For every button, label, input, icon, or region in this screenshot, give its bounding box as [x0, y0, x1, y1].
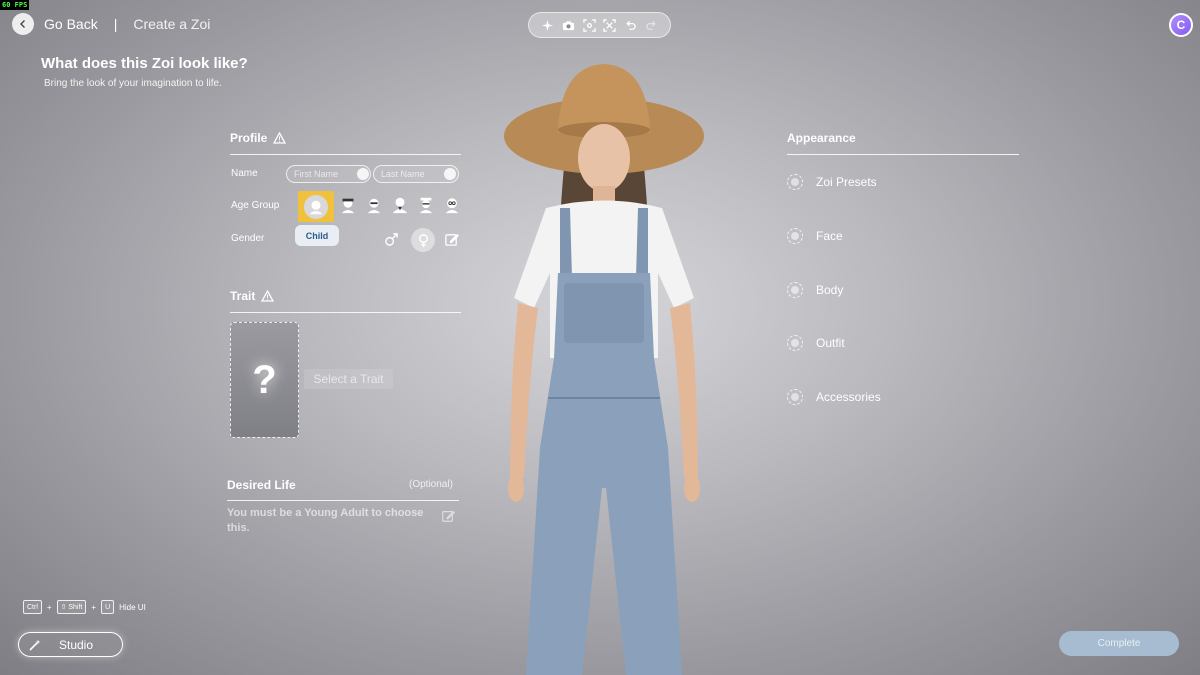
question-mark-icon: ?: [252, 357, 277, 402]
senior-icon: [445, 198, 459, 214]
u-key: U: [101, 600, 115, 614]
desired-life-divider: [227, 500, 459, 501]
dot-icon: [787, 174, 803, 190]
fps-counter: 60 FPS: [0, 0, 30, 10]
appearance-item-zoi-presets[interactable]: Zoi Presets: [787, 174, 877, 190]
back-button[interactable]: [12, 13, 34, 35]
appearance-item-accessories[interactable]: Accessories: [787, 389, 881, 405]
desired-life-title: Desired Life: [227, 478, 296, 492]
complete-button[interactable]: Complete: [1059, 631, 1179, 656]
dot-icon: [787, 228, 803, 244]
profile-title: Profile: [230, 131, 268, 145]
select-trait-button[interactable]: Select a Trait: [304, 369, 393, 389]
breadcrumb-separator: |: [113, 16, 118, 32]
appearance-item-body[interactable]: Body: [787, 282, 843, 298]
optional-label: (Optional): [409, 479, 453, 490]
studio-button[interactable]: Studio: [18, 632, 123, 657]
age-adult-button[interactable]: [391, 195, 409, 215]
undo-icon[interactable]: [623, 17, 639, 33]
breadcrumb-current: Create a Zoi: [133, 16, 211, 32]
plus-sign: +: [46, 602, 52, 612]
shift-key: ⇧ Shift: [56, 600, 87, 614]
trait-divider: [230, 312, 461, 313]
appearance-item-label: Zoi Presets: [816, 175, 877, 189]
appearance-item-face[interactable]: Face: [787, 228, 843, 244]
elder-icon: [419, 197, 433, 214]
plus-sign: +: [91, 602, 97, 612]
adult-icon: [392, 197, 408, 214]
zoi-character-preview[interactable]: [498, 58, 710, 675]
name-label: Name: [231, 168, 258, 179]
sparkle-icon[interactable]: [540, 17, 556, 33]
profile-divider: [230, 154, 461, 155]
page-title: What does this Zoi look like?: [41, 55, 248, 72]
warning-icon: [261, 290, 275, 302]
female-icon: [418, 233, 428, 247]
age-senior-button[interactable]: [443, 195, 461, 215]
profile-section-title: Profile: [230, 131, 287, 145]
randomize-last-name-icon[interactable]: [444, 168, 456, 180]
dot-icon: [787, 335, 803, 351]
young-adult-icon: [367, 198, 381, 214]
back-label[interactable]: Go Back: [44, 16, 98, 32]
appearance-item-outfit[interactable]: Outfit: [787, 335, 845, 351]
male-icon: [384, 232, 398, 246]
trait-title: Trait: [230, 289, 256, 303]
appearance-item-label: Body: [816, 283, 844, 297]
edit-icon: [442, 510, 455, 522]
gender-male-button[interactable]: [380, 228, 402, 250]
chevron-left-icon: [20, 20, 25, 28]
focus-icon[interactable]: [581, 17, 597, 33]
appearance-item-label: Outfit: [816, 336, 845, 350]
trait-section-title: Trait: [230, 289, 275, 303]
capture-icon[interactable]: [602, 17, 618, 33]
age-tooltip: Child: [295, 225, 339, 246]
trait-card[interactable]: ?: [230, 322, 299, 438]
edit-icon: [444, 233, 459, 246]
dot-icon: [787, 282, 803, 298]
redo-icon[interactable]: [643, 17, 659, 33]
age-child-spacer: [303, 195, 331, 215]
age-group-selector: [303, 195, 461, 215]
warning-icon: [273, 132, 287, 144]
gender-label: Gender: [231, 233, 265, 244]
hide-ui-hotkey-hint: Ctrl + ⇧ Shift + U Hide UI: [23, 600, 146, 614]
gender-edit-button[interactable]: [440, 228, 462, 250]
age-group-label: Age Group: [231, 200, 280, 211]
top-nav: Go Back | Create a Zoi: [12, 12, 210, 36]
account-avatar[interactable]: C: [1169, 13, 1193, 37]
appearance-item-label: Face: [816, 229, 843, 243]
desired-life-note: You must be a Young Adult to choose this…: [227, 507, 424, 534]
age-teen-button[interactable]: [339, 195, 357, 215]
camera-toolbar: [528, 12, 671, 38]
age-elder-button[interactable]: [417, 195, 435, 215]
studio-label: Studio: [59, 637, 94, 652]
appearance-title: Appearance: [787, 131, 856, 145]
magic-wand-icon: [29, 639, 41, 651]
dot-icon: [787, 389, 803, 405]
appearance-item-label: Accessories: [816, 390, 881, 404]
page-subtitle: Bring the look of your imagination to li…: [44, 78, 222, 89]
randomize-first-name-icon[interactable]: [357, 168, 369, 180]
teen-icon: [341, 198, 355, 214]
appearance-divider: [787, 154, 1019, 155]
gender-female-button[interactable]: [411, 228, 435, 252]
camera-icon[interactable]: [560, 17, 576, 33]
ctrl-key: Ctrl: [23, 600, 42, 614]
hide-ui-label: Hide UI: [119, 602, 146, 612]
account-initial: C: [1176, 18, 1186, 32]
age-young-adult-button[interactable]: [365, 195, 383, 215]
